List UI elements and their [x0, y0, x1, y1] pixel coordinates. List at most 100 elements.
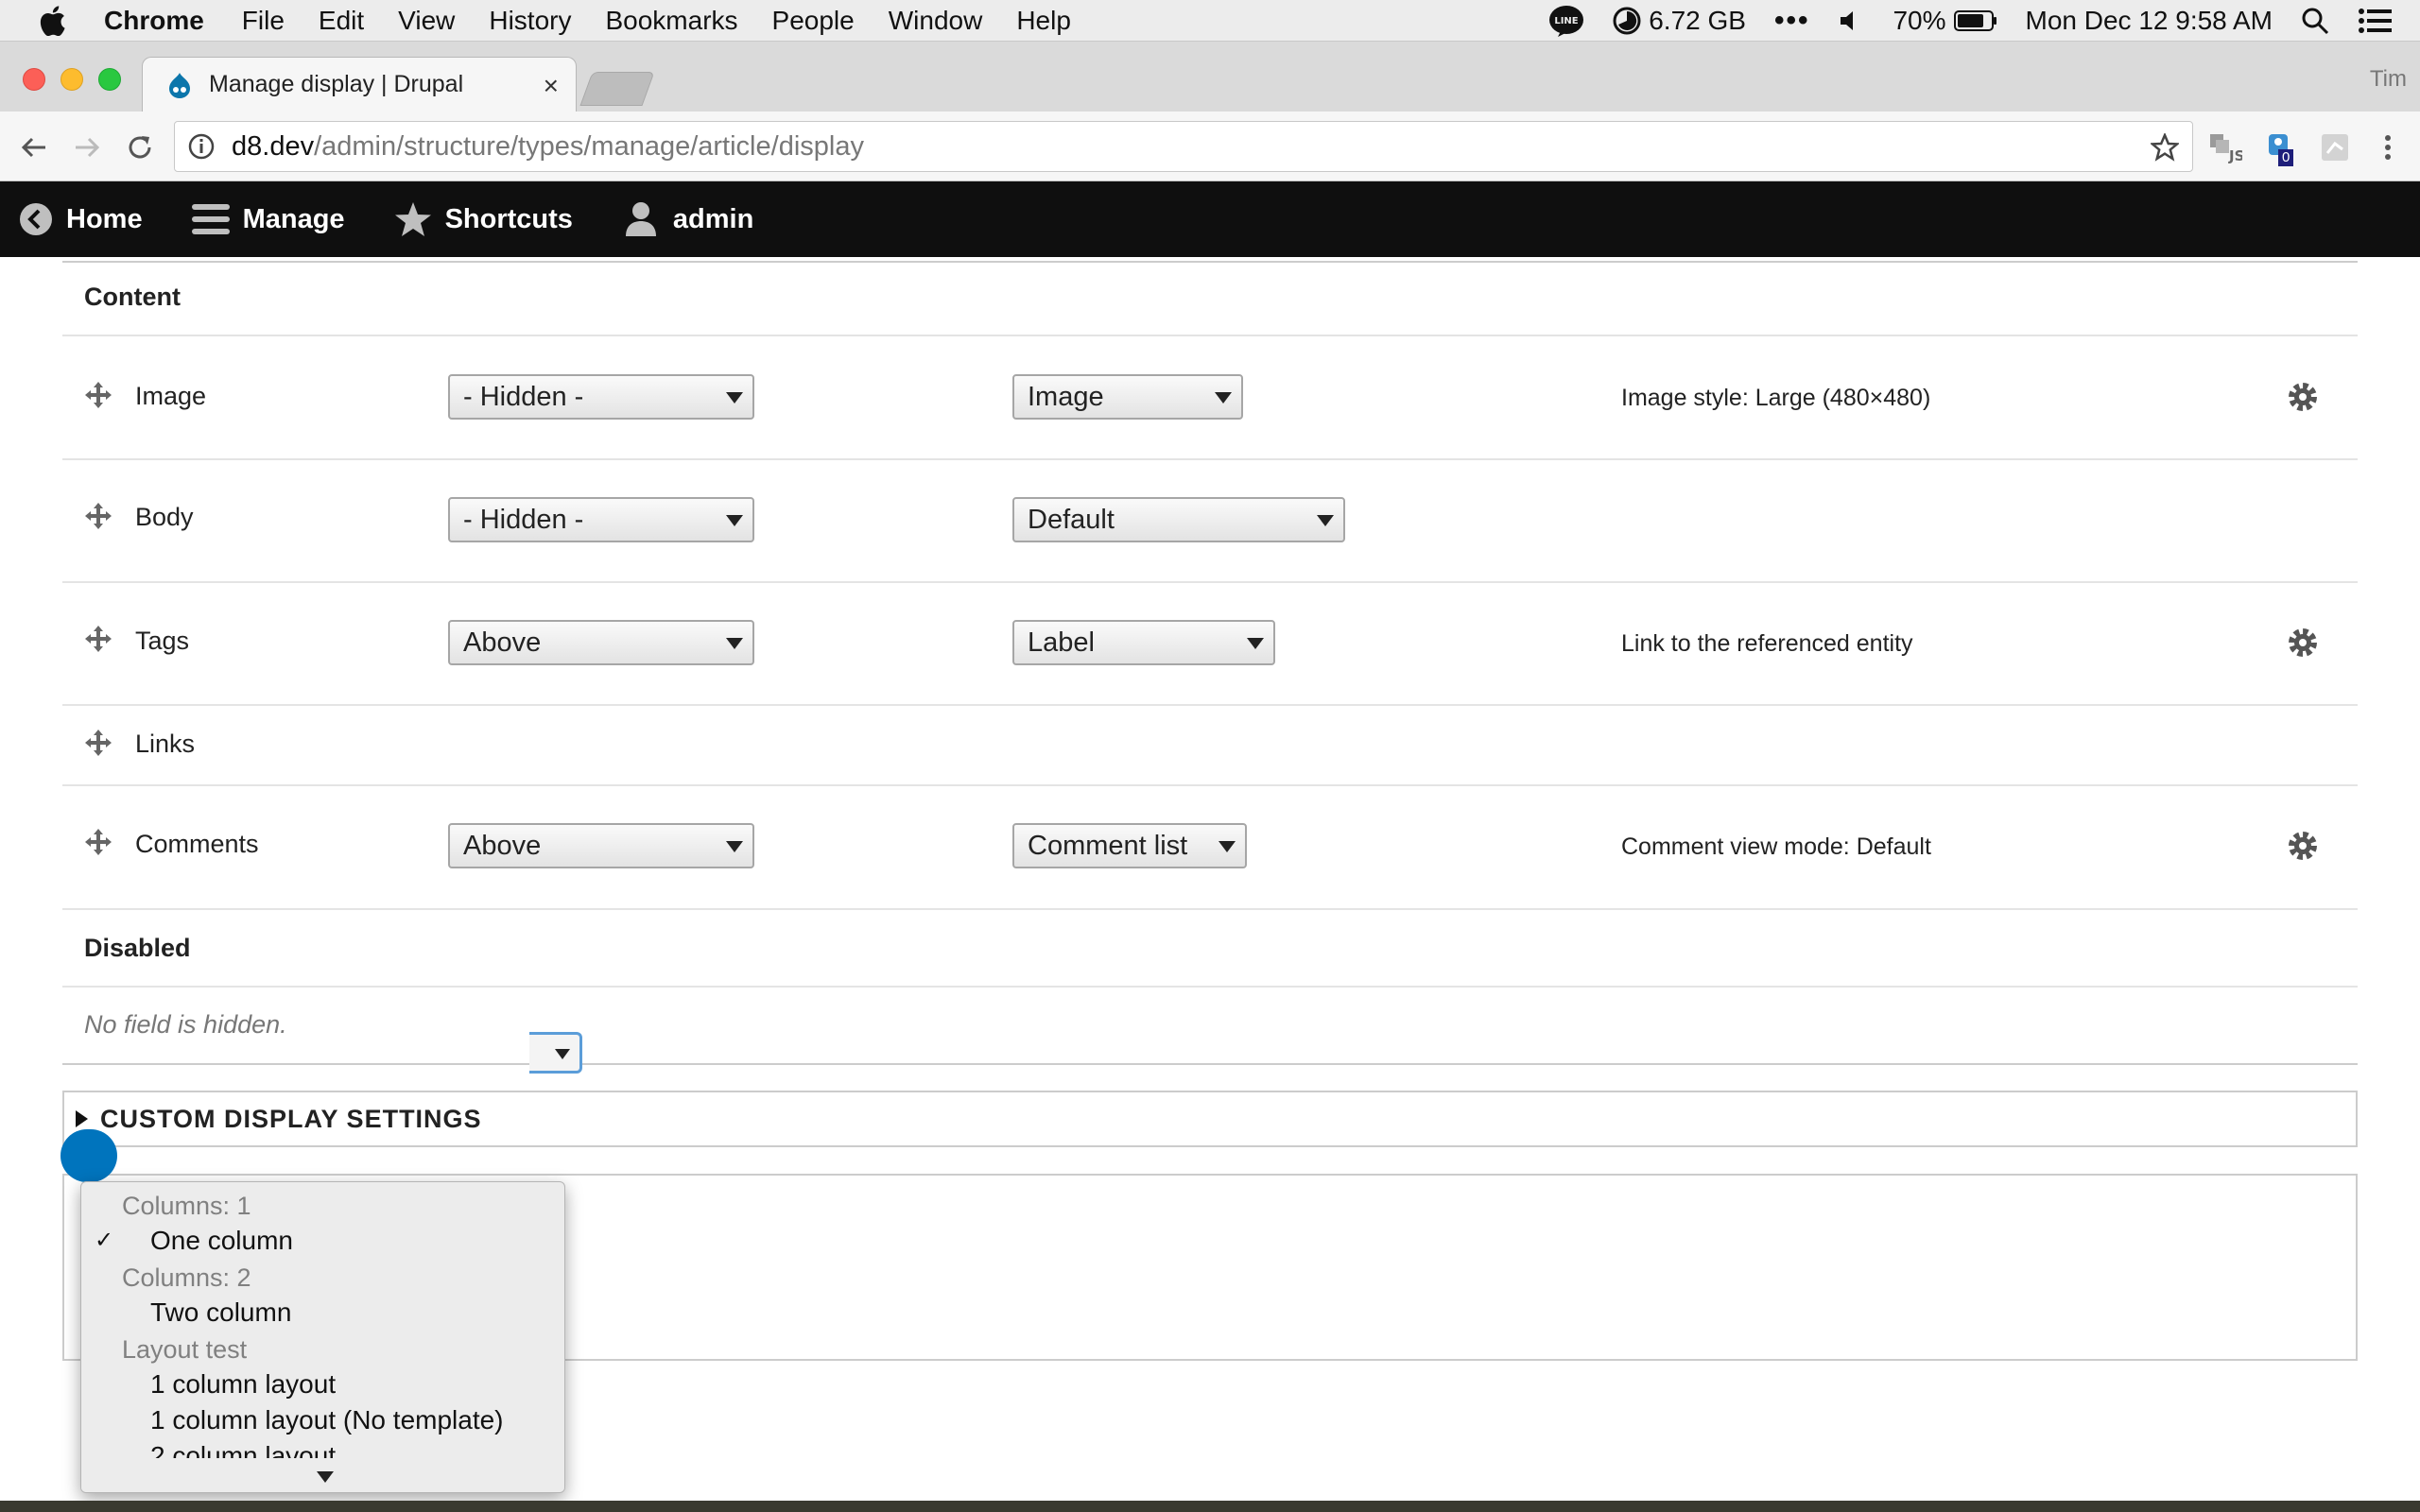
scroll-down-arrow-icon[interactable]: [317, 1471, 334, 1483]
back-arrow-circle-icon: [20, 203, 52, 235]
window-close-button[interactable]: [23, 68, 45, 91]
dropdown-option-1-column-layout[interactable]: 1 column layout: [150, 1369, 336, 1400]
apple-icon[interactable]: [38, 5, 66, 36]
checkmark-icon: ✓: [95, 1228, 114, 1253]
field-label-tags: Tags: [135, 627, 190, 655]
menu-view[interactable]: View: [398, 6, 455, 36]
menu-bookmarks[interactable]: Bookmarks: [605, 6, 737, 36]
label-display-select-image[interactable]: - Hidden -: [448, 374, 754, 420]
dropdown-option-two-column[interactable]: Two column: [150, 1297, 291, 1328]
label-display-select-tags[interactable]: Above: [448, 620, 754, 665]
collapsed-triangle-icon[interactable]: [76, 1110, 88, 1127]
profile-name[interactable]: Tim: [2370, 66, 2407, 93]
format-summary-comments: Comment view mode: Default: [1621, 833, 1931, 860]
memory-indicator[interactable]: 6.72 GB: [1613, 6, 1746, 36]
forward-arrow-icon: [76, 137, 100, 158]
browser-tab-strip: Manage display | Drupal × Tim: [0, 42, 2420, 112]
drag-handle-icon[interactable]: [83, 624, 113, 654]
select-arrow-icon: [1247, 638, 1264, 649]
drag-handle-icon[interactable]: [83, 380, 113, 410]
select-arrow-icon: [726, 392, 743, 404]
user-icon: [625, 202, 656, 236]
optgroup-label: Layout test: [122, 1335, 248, 1364]
star-icon: [394, 202, 431, 236]
bookmark-star-icon[interactable]: [2151, 133, 2179, 162]
format-select-tags[interactable]: Label: [1012, 620, 1275, 665]
notification-list-icon[interactable]: [2358, 8, 2392, 34]
tab-close-icon[interactable]: ×: [544, 71, 559, 101]
site-info-icon[interactable]: [188, 133, 215, 160]
new-tab-button[interactable]: [579, 72, 655, 106]
extension-badge: 0: [2278, 149, 2294, 166]
layout-select-dropdown[interactable]: Columns: 1 ✓ One column Columns: 2 Two c…: [80, 1181, 565, 1493]
more-dots-icon[interactable]: •••: [1774, 5, 1810, 37]
menu-people[interactable]: People: [772, 6, 855, 36]
select-value: Label: [1028, 627, 1095, 658]
format-select-body[interactable]: Default: [1012, 497, 1345, 542]
clock[interactable]: Mon Dec 12 9:58 AM: [2026, 6, 2273, 36]
drupal-favicon-icon: [169, 72, 190, 98]
format-select-image[interactable]: Image: [1012, 374, 1243, 420]
select-arrow-icon: [726, 515, 743, 526]
reload-icon: [129, 136, 151, 159]
toolbar-home[interactable]: Home: [19, 202, 143, 236]
svg-text:JS: JS: [2228, 147, 2242, 164]
toolbar-manage[interactable]: Manage: [191, 202, 345, 236]
extension-with-badge[interactable]: 0: [2263, 130, 2297, 166]
menu-edit[interactable]: Edit: [319, 6, 364, 36]
toolbar-home-label: Home: [66, 203, 143, 234]
tab-title: Manage display | Drupal: [209, 71, 464, 97]
gear-icon[interactable]: [2286, 626, 2320, 660]
format-select-comments[interactable]: Comment list: [1012, 823, 1247, 868]
forward-button[interactable]: [68, 129, 106, 166]
tab-manage-display[interactable]: Manage display | Drupal ×: [142, 57, 577, 112]
back-arrow-icon: [21, 137, 45, 158]
grey-extension-icon[interactable]: [2318, 130, 2352, 164]
url-host: d8.dev: [232, 130, 315, 162]
row-divider: [62, 986, 2358, 988]
dropdown-option-one-column[interactable]: One column: [150, 1226, 293, 1256]
drag-handle-icon[interactable]: [83, 501, 113, 531]
address-bar[interactable]: d8.dev/admin/structure/types/manage/arti…: [174, 121, 2193, 172]
window-minimize-button[interactable]: [60, 68, 83, 91]
menu-window[interactable]: Window: [889, 6, 983, 36]
menu-history[interactable]: History: [489, 6, 571, 36]
svg-text:LINE: LINE: [1555, 16, 1579, 26]
region-title-content: Content: [84, 283, 181, 311]
window-zoom-button[interactable]: [98, 68, 121, 91]
spotlight-search-icon[interactable]: [2301, 7, 2329, 35]
menu-help[interactable]: Help: [1016, 6, 1071, 36]
optgroup-label: Columns: 1: [122, 1192, 251, 1220]
field-label-image: Image: [135, 382, 207, 410]
reload-button[interactable]: [121, 129, 159, 166]
label-display-select-body[interactable]: - Hidden -: [448, 497, 754, 542]
menu-app-name[interactable]: Chrome: [104, 6, 204, 36]
label-display-select-comments[interactable]: Above: [448, 823, 754, 868]
toolbar-shortcuts[interactable]: Shortcuts: [394, 201, 573, 237]
row-divider: [62, 335, 2358, 336]
toolbar-user[interactable]: admin: [622, 200, 753, 238]
select-value: Comment list: [1028, 830, 1188, 861]
battery-indicator[interactable]: 70%: [1893, 6, 1996, 36]
menu-file[interactable]: File: [242, 6, 285, 36]
field-label-links: Links: [135, 730, 196, 758]
volume-icon[interactable]: [1838, 8, 1864, 34]
select-value: Above: [463, 830, 542, 861]
js-extension-icon[interactable]: JS: [2208, 130, 2242, 164]
row-divider: [62, 458, 2358, 460]
gear-icon[interactable]: [2286, 380, 2320, 414]
select-arrow-icon: [555, 1049, 570, 1059]
back-button[interactable]: [15, 129, 53, 166]
layout-select[interactable]: [529, 1032, 582, 1074]
toolbar-user-label: admin: [672, 203, 754, 234]
save-button[interactable]: [60, 1129, 117, 1182]
row-divider: [62, 704, 2358, 706]
custom-display-settings-summary[interactable]: CUSTOM DISPLAY SETTINGS: [100, 1105, 482, 1134]
dropdown-option-1-column-layout-no-template[interactable]: 1 column layout (No template): [150, 1405, 504, 1435]
drag-handle-icon[interactable]: [83, 728, 113, 758]
drag-handle-icon[interactable]: [83, 827, 113, 857]
gear-icon[interactable]: [2286, 829, 2320, 863]
line-icon[interactable]: LINE: [1548, 5, 1584, 37]
chrome-menu-icon[interactable]: [2371, 130, 2405, 164]
browser-toolbar: d8.dev/admin/structure/types/manage/arti…: [0, 112, 2420, 181]
